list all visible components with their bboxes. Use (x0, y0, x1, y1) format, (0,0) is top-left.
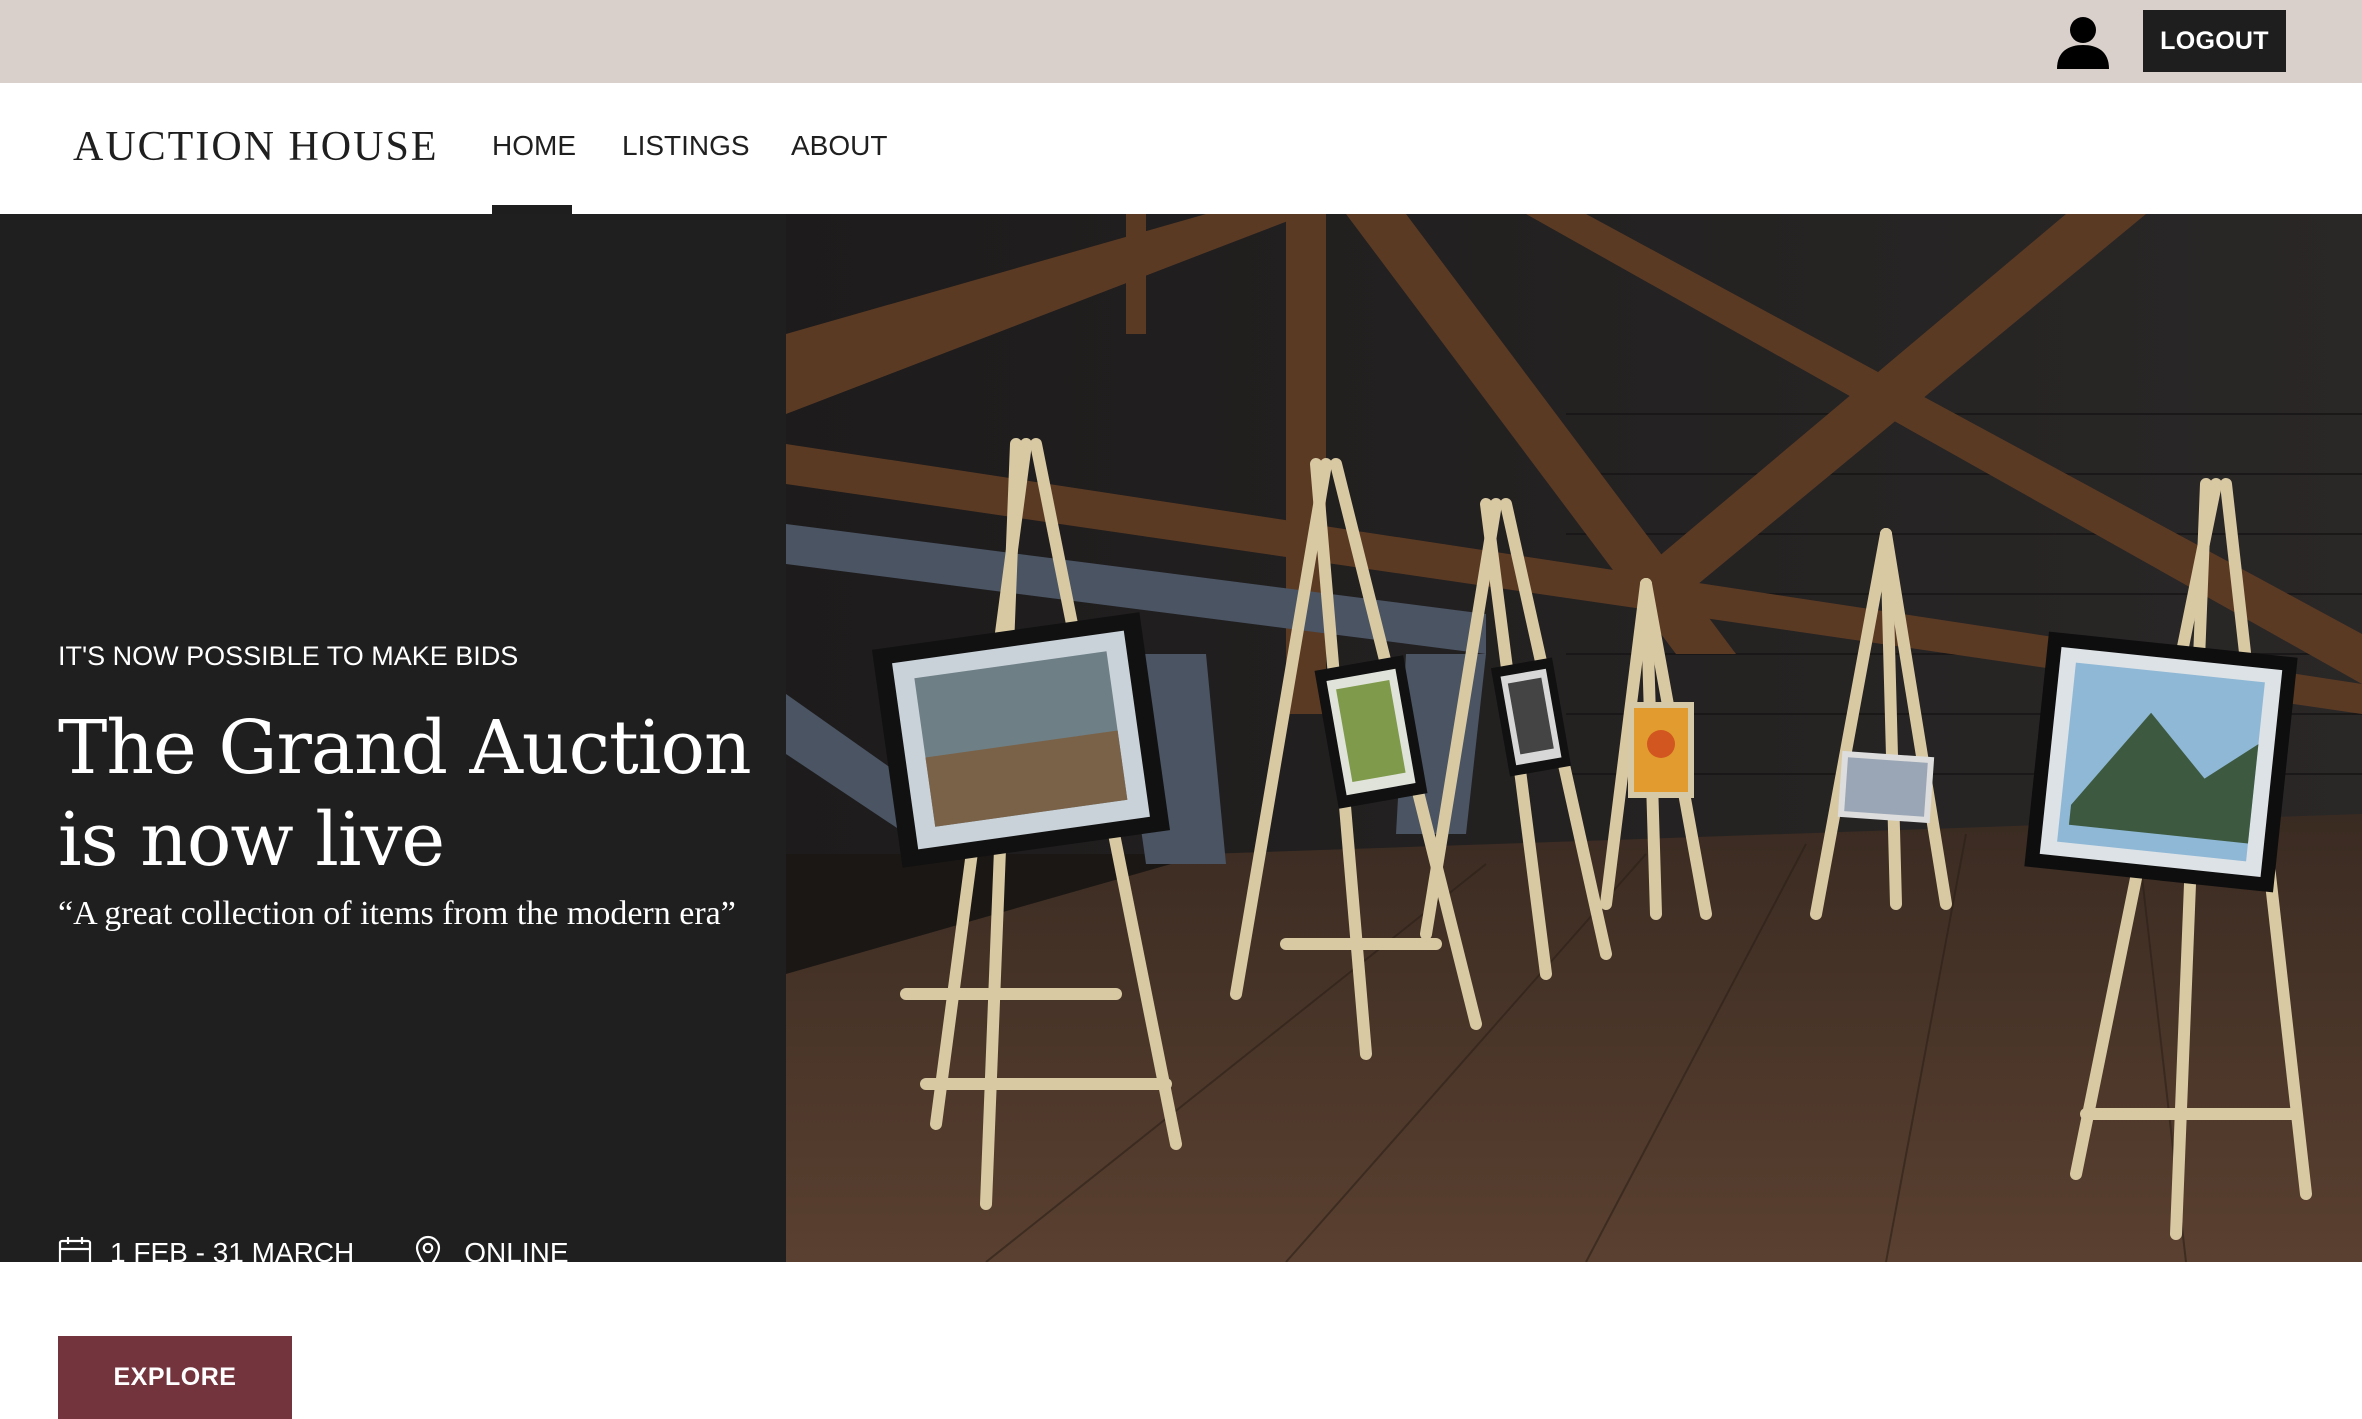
gallery-scene-illustration (786, 214, 2362, 1262)
hero-eyebrow: IT'S NOW POSSIBLE TO MAKE BIDS (58, 641, 519, 671)
calendar-icon (58, 1237, 92, 1271)
active-tab-indicator (492, 205, 572, 214)
hero-text-panel: IT'S NOW POSSIBLE TO MAKE BIDS The Grand… (0, 214, 786, 1419)
nav-link-about[interactable]: ABOUT (791, 130, 887, 162)
top-utility-bar: LOGOUT (0, 0, 2362, 83)
event-location: ONLINE (464, 1237, 569, 1268)
logout-button[interactable]: LOGOUT (2143, 10, 2286, 72)
nav-link-listings[interactable]: LISTINGS (622, 130, 750, 162)
hero-quote: “A great collection of items from the mo… (58, 895, 736, 932)
explore-button[interactable]: EXPLORE (58, 1336, 292, 1419)
user-icon[interactable] (2054, 15, 2112, 69)
hero-title: The Grand Auction is now live (58, 705, 752, 883)
event-dates: 1 FEB - 31 MARCH (110, 1237, 355, 1268)
nav-link-home[interactable]: HOME (492, 130, 576, 162)
brand-logo[interactable]: AUCTION HOUSE (73, 123, 439, 171)
event-meta: 1 FEB - 31 MARCH ONLINE (58, 1231, 569, 1275)
hero-image (786, 214, 2362, 1262)
map-pin-icon (416, 1235, 441, 1271)
main-navbar: AUCTION HOUSE HOME LISTINGS ABOUT (0, 83, 2362, 214)
